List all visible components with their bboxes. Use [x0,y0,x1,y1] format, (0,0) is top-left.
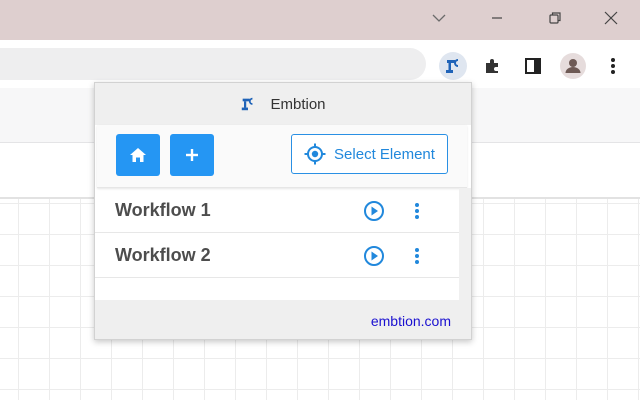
minimize-button[interactable] [410,0,468,36]
select-element-label: Select Element [334,145,435,163]
embtion-extension-icon [446,59,459,73]
play-icon[interactable] [363,200,385,222]
address-bar[interactable] [0,48,426,80]
profile-avatar-icon [560,53,586,79]
workflow-list-scrollbar[interactable] [459,188,471,300]
extension-popup: Embtion Select Element Workflow 1 Workfl… [94,82,472,340]
action-bar: Select Element [97,125,467,188]
workflow-name: Workflow 2 [115,245,211,265]
side-panel-button[interactable] [519,52,547,80]
embtion-extension-button[interactable] [439,52,467,80]
workflow-item[interactable]: Workflow 1 [95,188,459,233]
plus-icon [186,149,198,161]
puzzle-icon [486,59,498,73]
minimize-icon [492,17,502,19]
browser-menu-button[interactable] [599,52,627,80]
side-panel-icon [525,58,541,74]
close-icon [604,11,618,25]
restore-button[interactable] [526,0,584,36]
home-button[interactable] [116,134,160,176]
home-icon [130,148,146,162]
add-workflow-button[interactable] [170,134,214,176]
popup-title: Embtion [270,95,326,113]
popup-header: Embtion [95,83,471,125]
restore-icon [549,12,561,24]
website-link[interactable]: embtion.com [371,313,451,329]
popup-footer: embtion.com [95,300,471,339]
browser-toolbar [0,40,640,88]
workflow-item[interactable]: Workflow 2 [95,233,459,278]
more-options-icon[interactable] [412,200,422,222]
workflow-name: Workflow 1 [115,200,211,220]
crosshair-icon [304,143,326,165]
embtion-logo-icon [240,96,256,112]
chevron-down-icon [432,14,446,22]
minimize-window-button[interactable] [468,0,526,36]
close-window-button[interactable] [582,0,640,36]
profile-button[interactable] [559,52,587,80]
play-icon[interactable] [363,245,385,267]
kebab-menu-icon [611,58,615,74]
browser-titlebar [0,0,640,40]
workflow-list: Workflow 1 Workflow 2 [95,188,471,300]
select-element-button[interactable]: Select Element [291,134,448,174]
extensions-button[interactable] [479,52,507,80]
more-options-icon[interactable] [412,245,422,267]
